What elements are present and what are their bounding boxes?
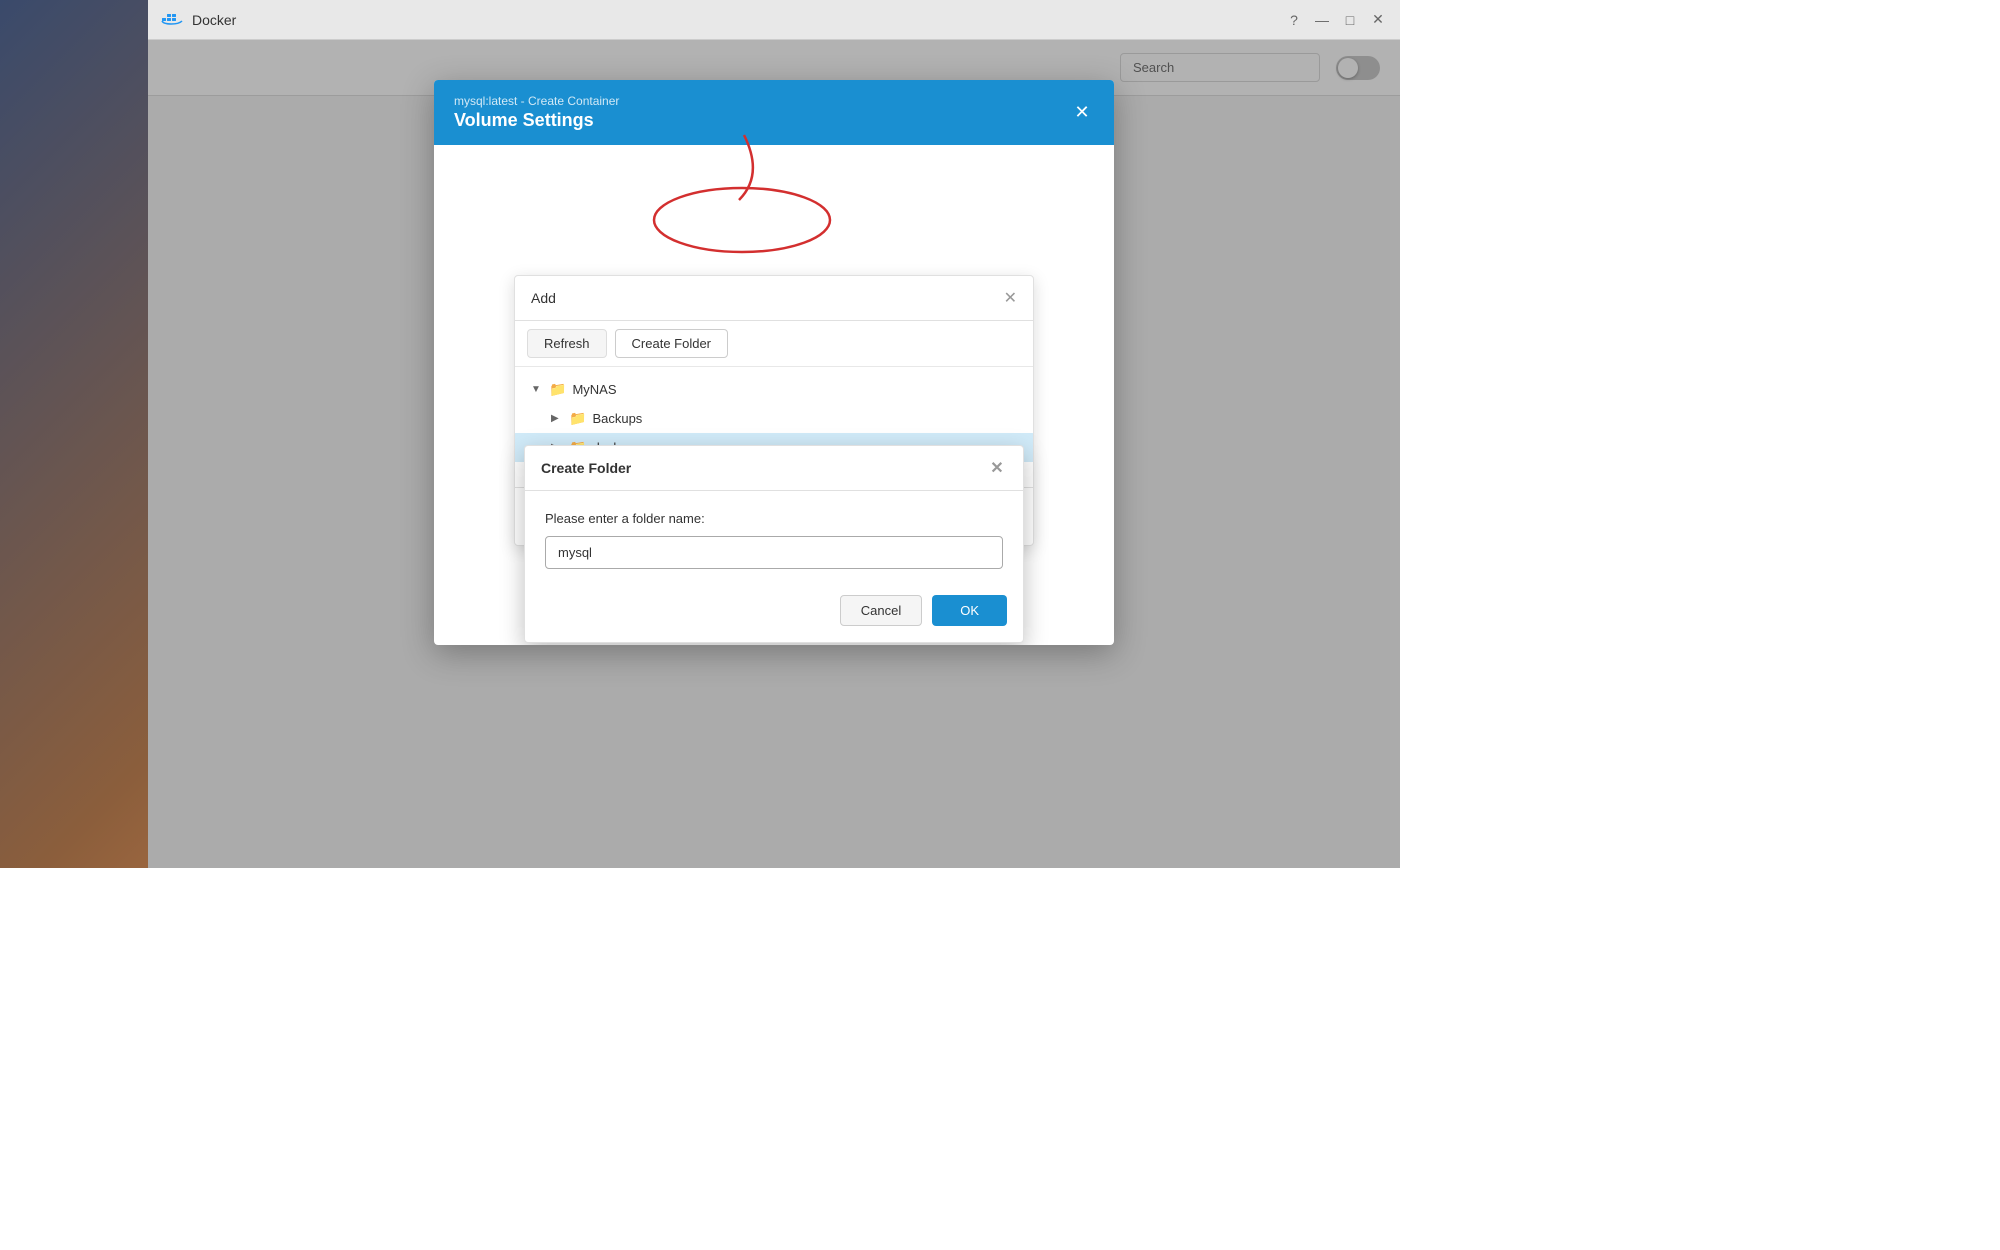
help-button[interactable]: ? xyxy=(1284,10,1304,30)
app-window: Docker ? — □ ✕ mysql:latest - Create Con xyxy=(148,0,1400,868)
add-dialog-header: Add ✕ xyxy=(515,276,1033,321)
close-button[interactable]: ✕ xyxy=(1368,10,1388,30)
create-folder-button[interactable]: Create Folder xyxy=(615,329,728,358)
volume-settings-modal: mysql:latest - Create Container Volume S… xyxy=(434,80,1114,645)
add-dialog-close-btn[interactable]: ✕ xyxy=(1004,288,1017,308)
title-bar-title: Docker xyxy=(192,12,1284,28)
tree-item-backups[interactable]: ▶ 📁 Backups xyxy=(515,404,1033,433)
cf-ok-button[interactable]: OK xyxy=(932,595,1007,626)
minimize-button[interactable]: — xyxy=(1312,10,1332,30)
cf-prompt: Please enter a folder name: xyxy=(545,511,1003,526)
tree-item-mynas[interactable]: ▼ 📁 MyNAS xyxy=(515,375,1033,404)
backups-label: Backups xyxy=(592,411,642,426)
cf-footer: Cancel OK xyxy=(525,585,1023,642)
modal-body: Add ✕ Refresh Create Folder ▼ 📁 MyNAS xyxy=(434,145,1114,645)
modal-title-bar: mysql:latest - Create Container Volume S… xyxy=(434,80,1114,145)
refresh-button[interactable]: Refresh xyxy=(527,329,607,358)
cf-cancel-button[interactable]: Cancel xyxy=(840,595,922,626)
mynas-folder-icon: 📁 xyxy=(549,381,566,398)
volume-modal-close[interactable]: ✕ xyxy=(1070,101,1094,125)
cf-folder-name-input[interactable] xyxy=(545,536,1003,569)
title-bar-logo xyxy=(160,8,184,32)
backups-folder-icon: 📁 xyxy=(569,410,586,427)
cf-title: Create Folder xyxy=(541,460,631,476)
modal-title: Volume Settings xyxy=(454,110,619,131)
mynas-arrow: ▼ xyxy=(531,384,543,395)
modal-overlay: mysql:latest - Create Container Volume S… xyxy=(148,40,1400,868)
modal-subtitle: mysql:latest - Create Container xyxy=(454,94,619,108)
title-bar-controls: ? — □ ✕ xyxy=(1284,10,1388,30)
cf-header: Create Folder ✕ xyxy=(525,446,1023,491)
add-dialog-toolbar: Refresh Create Folder xyxy=(515,321,1033,367)
cf-close-btn[interactable]: ✕ xyxy=(987,458,1007,478)
title-bar: Docker ? — □ ✕ xyxy=(148,0,1400,40)
backups-arrow: ▶ xyxy=(551,413,563,424)
create-folder-dialog: Create Folder ✕ Please enter a folder na… xyxy=(524,445,1024,643)
cf-body: Please enter a folder name: xyxy=(525,491,1023,585)
mynas-label: MyNAS xyxy=(572,382,616,397)
maximize-button[interactable]: □ xyxy=(1340,10,1360,30)
add-dialog-title: Add xyxy=(531,290,556,306)
